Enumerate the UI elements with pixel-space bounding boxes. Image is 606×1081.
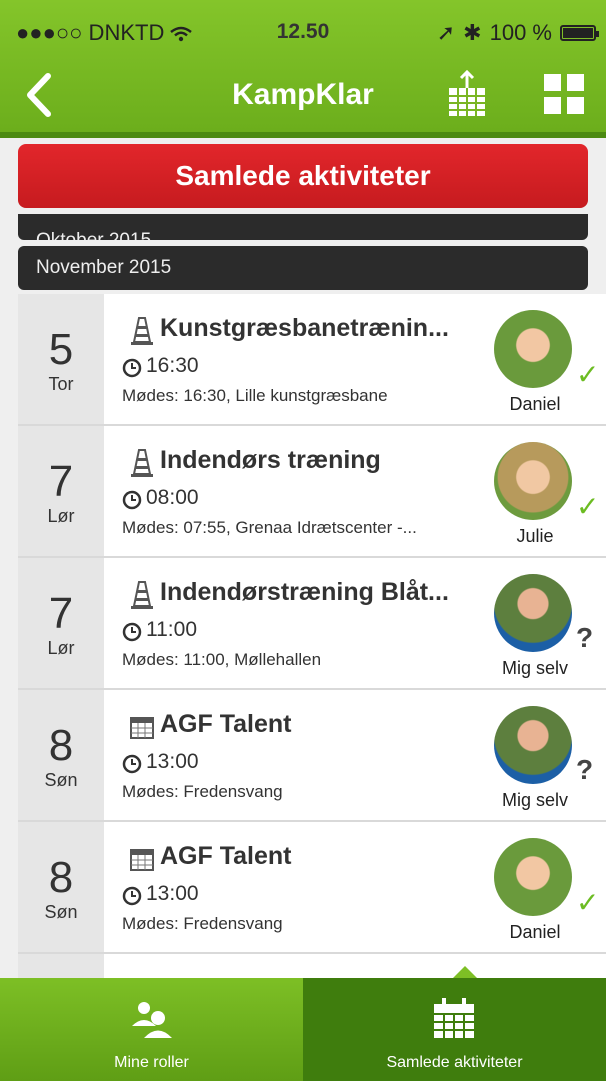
date-box: 8 Søn [18, 690, 104, 820]
nav-bar: KampKlar [0, 62, 606, 132]
cone-icon [131, 581, 153, 609]
date-box [18, 954, 104, 978]
clock-icon [122, 358, 142, 378]
tab-label: Samlede aktiviteter [386, 1054, 523, 1071]
activity-row[interactable]: 7 Lør Indendørstræning Blåt... 11:00 Mød… [18, 558, 606, 690]
tab-bar: Mine roller Samlede aktiviteter [0, 978, 606, 1081]
date-box: 5 Tor [18, 294, 104, 424]
meeting-info: Mødes: 16:30, Lille kunstgræsbane [122, 386, 388, 405]
clock-icon [122, 754, 142, 774]
cone-icon [131, 449, 153, 477]
date-box: 8 Søn [18, 822, 104, 952]
clock-icon [122, 886, 142, 906]
tab-my-roles[interactable]: Mine roller [0, 978, 303, 1081]
status-right: ➚ ✱ 100 % [436, 20, 599, 46]
date-box: 7 Lør [18, 558, 104, 688]
activity-title: Indendørstræning Blåt... [160, 578, 449, 606]
top-bar: ●●●○○ DNKTD 12.50 ➚ ✱ 100 % KampKlar [0, 0, 606, 132]
meeting-info: Mødes: Fredensvang [122, 782, 283, 801]
avatar [494, 706, 572, 784]
calendar-icon [130, 849, 154, 871]
person-name: Daniel [509, 394, 561, 414]
clock-icon [122, 622, 142, 642]
day-number: 7 [48, 457, 74, 506]
weekday: Lør [47, 638, 75, 658]
grid-icon[interactable] [544, 74, 584, 114]
bluetooth-icon: ✱ [463, 20, 482, 45]
activity-time: 13:00 [146, 750, 199, 773]
page-title: KampKlar [232, 78, 374, 111]
activity-title: Indendørs træning [160, 446, 381, 474]
activity-row[interactable]: 7 Lør Indendørs træning 08:00 Mødes: 07:… [18, 426, 606, 558]
day-number: 7 [48, 589, 74, 638]
person-name: Daniel [509, 922, 561, 942]
activity-time: 11:00 [146, 618, 197, 641]
day-number: 8 [48, 853, 74, 902]
activity-time: 13:00 [146, 882, 199, 905]
weekday: Søn [44, 770, 78, 790]
activity-row[interactable]: 5 Tor Kunstgræsbanetrænin... 16:30 Mødes… [18, 294, 606, 426]
avatar [494, 442, 572, 520]
weekday: Lør [47, 506, 75, 526]
meeting-info: Mødes: Fredensvang [122, 914, 283, 933]
avatar [494, 838, 572, 916]
month-header-october: Oktober 2015 [18, 214, 588, 240]
person-name: Mig selv [501, 658, 568, 678]
calendar-icon [130, 717, 154, 739]
weekday: Søn [44, 902, 78, 922]
tab-all-activities[interactable]: Samlede aktiviteter [303, 978, 606, 1081]
battery-percent: 100 % [489, 20, 552, 45]
calendar-icon [434, 998, 474, 1038]
month-label: Oktober 2015 [36, 230, 151, 240]
status-question-icon: ? [576, 622, 594, 653]
activity-row[interactable] [18, 954, 606, 978]
location-icon: ➚ [436, 20, 456, 45]
activity-row[interactable]: 8 Søn AGF Talent 13:00 Mødes: Fredensvan… [18, 690, 606, 822]
activity-title: AGF Talent [160, 842, 292, 870]
day-number: 5 [48, 325, 74, 374]
calendar-export-icon[interactable] [444, 70, 490, 120]
activity-time: 08:00 [146, 486, 199, 509]
roles-icon [132, 1002, 172, 1038]
active-tab-pointer [453, 966, 477, 978]
tab-label: Mine roller [114, 1054, 189, 1071]
person-name: Julie [516, 526, 554, 546]
all-activities-button[interactable]: Samlede aktiviteter [18, 144, 588, 208]
day-number: 8 [48, 721, 74, 770]
month-label: November 2015 [36, 257, 172, 278]
month-header-november: November 2015 [18, 246, 588, 290]
status-bar: ●●●○○ DNKTD 12.50 ➚ ✱ 100 % [0, 0, 606, 62]
cone-icon [131, 317, 153, 345]
activity-title: AGF Talent [160, 710, 292, 738]
activity-list[interactable]: Samlede aktiviteter Oktober 2015 Novembe… [0, 138, 606, 978]
activity-row[interactable]: 8 Søn AGF Talent 13:00 Mødes: Fredensvan… [18, 822, 606, 954]
status-check-icon: ✓ [576, 491, 600, 522]
person-name: Mig selv [501, 790, 568, 810]
weekday: Tor [48, 374, 74, 394]
activity-title: Kunstgræsbanetrænin... [160, 314, 449, 342]
activity-time: 16:30 [146, 354, 199, 377]
battery-icon [560, 25, 599, 41]
status-question-icon: ? [576, 754, 594, 785]
date-box: 7 Lør [18, 426, 104, 556]
meeting-info: Mødes: 07:55, Grenaa Idrætscenter -... [122, 518, 417, 537]
status-check-icon: ✓ [576, 359, 600, 390]
avatar [494, 574, 572, 652]
avatar [494, 310, 572, 388]
clock-icon [122, 490, 142, 510]
status-check-icon: ✓ [576, 887, 600, 918]
meeting-info: Mødes: 11:00, Møllehallen [122, 650, 322, 669]
